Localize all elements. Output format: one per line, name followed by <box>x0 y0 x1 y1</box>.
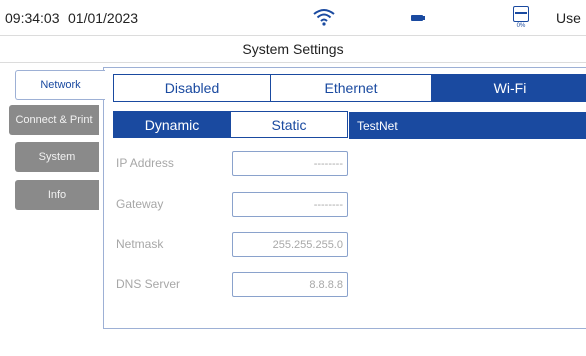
status-bar: 09:34:03 01/01/2023 0% Use <box>0 0 586 36</box>
mode-ethernet-button[interactable]: Ethernet <box>270 74 432 102</box>
user-label[interactable]: Use <box>556 10 581 26</box>
netmask-label: Netmask <box>116 237 164 251</box>
dns-server-field[interactable]: 8.8.8.8 <box>232 272 348 297</box>
dns-server-label: DNS Server <box>116 277 181 291</box>
clock-time: 09:34:03 <box>5 10 60 26</box>
ip-static-button[interactable]: Static <box>230 111 348 138</box>
wifi-icon <box>313 9 335 26</box>
title-bar: System Settings <box>0 36 586 63</box>
sidebar-item-system[interactable]: System <box>15 142 99 172</box>
storage-percent: 0% <box>516 23 526 29</box>
ip-address-field[interactable]: -------- <box>232 151 348 176</box>
battery-icon <box>411 15 425 21</box>
mode-wifi-button[interactable]: Wi-Fi <box>431 74 586 102</box>
clock-date: 01/01/2023 <box>68 10 139 26</box>
gateway-label: Gateway <box>116 197 164 211</box>
sidebar-item-connect-print[interactable]: Connect & Print <box>9 105 99 135</box>
storage-icon <box>513 6 529 22</box>
ip-dynamic-button[interactable]: Dynamic <box>113 111 231 138</box>
mode-disabled-button[interactable]: Disabled <box>113 74 271 102</box>
sidebar-item-info[interactable]: Info <box>15 180 99 210</box>
netmask-field[interactable]: 255.255.255.0 <box>232 232 348 257</box>
gateway-field[interactable]: -------- <box>232 192 348 217</box>
wifi-network-item[interactable]: TestNet <box>349 112 586 139</box>
page-title: System Settings <box>242 41 344 57</box>
ip-address-label: IP Address <box>116 156 174 170</box>
sidebar-item-network[interactable]: Network <box>15 70 105 100</box>
